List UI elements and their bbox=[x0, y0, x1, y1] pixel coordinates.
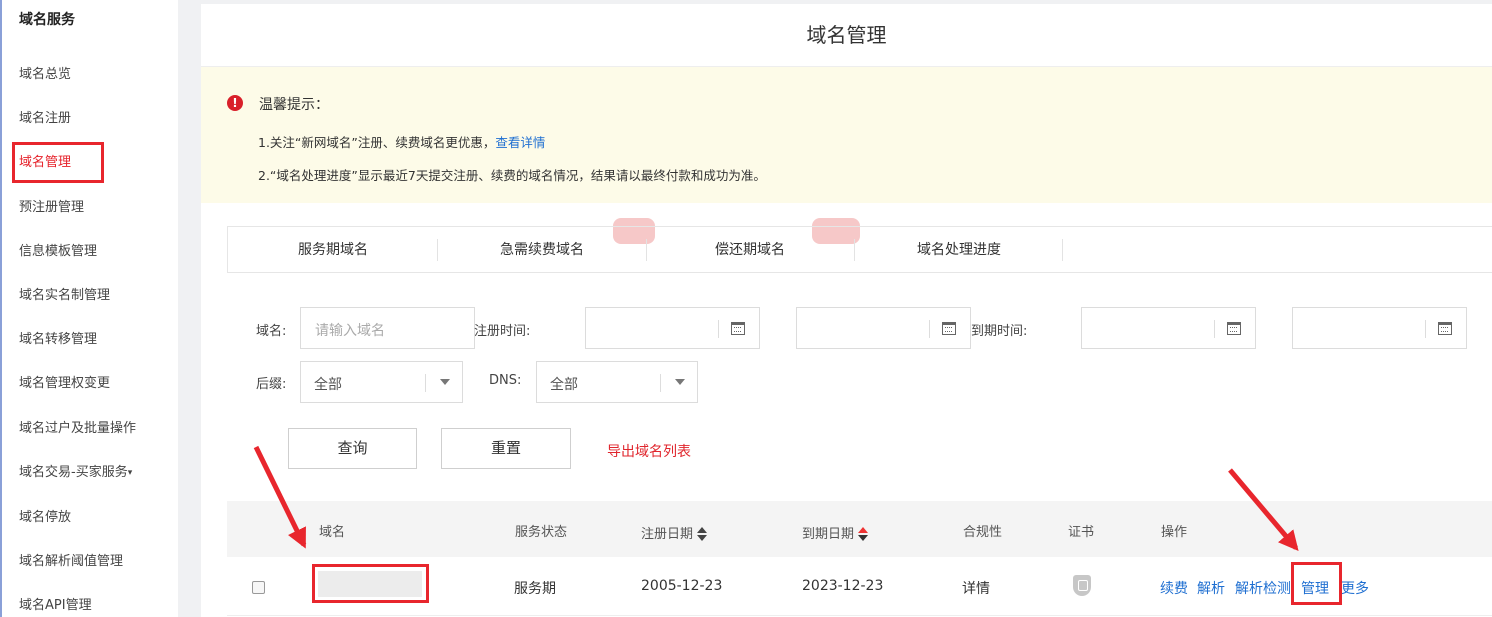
arrow-to-manage bbox=[1228, 468, 1299, 552]
arrow-to-domain bbox=[253, 445, 307, 549]
annotation-arrows bbox=[253, 445, 1299, 552]
